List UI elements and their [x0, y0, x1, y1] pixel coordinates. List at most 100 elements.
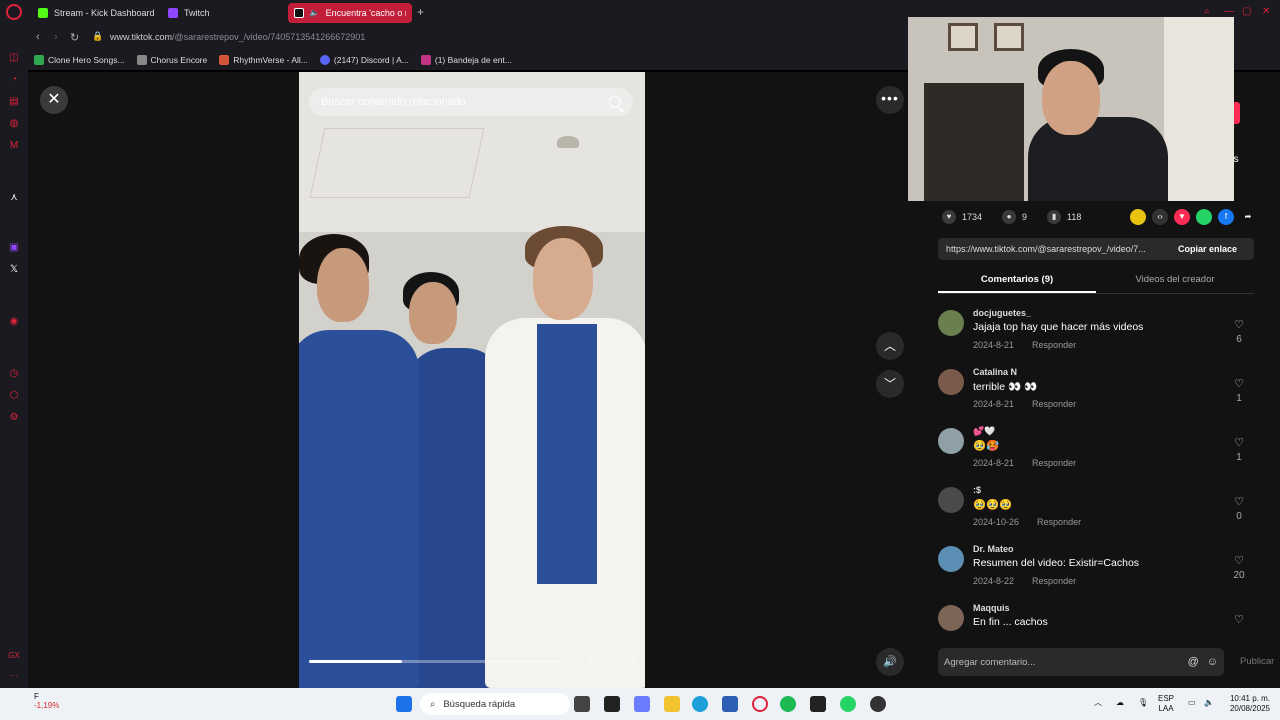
store-icon[interactable] — [722, 696, 738, 712]
add-comment-input[interactable]: Agregar comentario... @ ☺ — [938, 648, 1224, 676]
volume-button[interactable]: 🔊 — [876, 648, 904, 676]
publish-button[interactable]: Publicar — [1240, 656, 1274, 667]
comment-like[interactable]: ♡ — [1232, 613, 1246, 626]
microphone-icon[interactable]: 🎙 — [1138, 698, 1148, 708]
related-search-input[interactable]: Buscar contenido relacionado — [309, 88, 633, 116]
more-options-button[interactable]: ••• — [876, 86, 904, 114]
mail-icon[interactable]: M — [8, 140, 20, 152]
comment-user[interactable]: Maqquis — [973, 603, 1010, 613]
video-link[interactable]: https://www.tiktok.com/@sararestrepov_/v… — [938, 244, 1168, 254]
workspace-icon[interactable]: ▤ — [8, 96, 20, 108]
tab-comments[interactable]: Comentarios (9) — [938, 270, 1096, 293]
volume-tray-icon[interactable]: 🔈 — [1204, 698, 1214, 708]
comment-like[interactable]: ♡ 1 — [1232, 377, 1246, 404]
comment-user[interactable]: docjuguetes_ — [973, 308, 1031, 318]
new-tab-button[interactable]: + — [417, 5, 424, 19]
edge-icon[interactable] — [692, 696, 708, 712]
tab-twitch[interactable]: Twitch — [162, 3, 216, 23]
comment-like[interactable]: ♡ 0 — [1232, 495, 1246, 522]
copilot-icon[interactable] — [634, 696, 650, 712]
gx-icon[interactable]: GX — [8, 650, 20, 662]
heart-outline-icon[interactable]: ♡ — [1232, 613, 1246, 626]
maximize-icon[interactable]: ▢ — [1242, 6, 1251, 17]
back-icon[interactable]: ‹ — [36, 31, 40, 43]
bookmark-instagram[interactable]: (1) Bandeja de ent... — [420, 55, 512, 65]
minimize-icon[interactable]: — — [1224, 6, 1234, 17]
history-icon[interactable]: ◷ — [8, 368, 20, 380]
windows-start-icon[interactable] — [396, 696, 412, 712]
aria-icon[interactable]: ◔ — [8, 74, 20, 86]
opera-logo-icon[interactable] — [6, 4, 22, 20]
gaming-icon[interactable]: ◍ — [8, 118, 20, 130]
repost-icon[interactable] — [1130, 209, 1146, 225]
obs-icon[interactable] — [870, 696, 886, 712]
mention-icon[interactable]: @ — [1188, 656, 1199, 668]
avatar[interactable] — [938, 546, 964, 572]
tab-tiktok-active[interactable]: 🔈 Encuentra 'cacho o n — [288, 3, 412, 23]
tab-creator-videos[interactable]: Videos del creador — [1096, 270, 1254, 293]
clock[interactable]: 10:41 p. m. 20/08/2025 — [1226, 694, 1270, 714]
language-indicator[interactable]: ESP LAA — [1158, 694, 1174, 714]
send-icon[interactable]: ▼ — [1174, 209, 1190, 225]
sidebar-twitch-icon[interactable]: ▣ — [8, 242, 20, 254]
comment-like[interactable]: ♡ 20 — [1232, 554, 1246, 581]
forward-icon[interactable]: › — [54, 31, 58, 43]
comment-user[interactable]: Catalina N — [973, 367, 1017, 377]
bookmark-rhythmverse[interactable]: RhythmVerse - All... — [219, 55, 308, 65]
sidebar-more-icon[interactable]: ··· — [8, 670, 20, 682]
comment-user[interactable]: Dr. Mateo — [973, 544, 1014, 554]
close-window-icon[interactable]: ✕ — [1262, 6, 1270, 17]
embed-icon[interactable]: ‹› — [1152, 209, 1168, 225]
heart-outline-icon[interactable]: ♡ — [1232, 554, 1246, 567]
comment-like[interactable]: ♡ 6 — [1232, 318, 1246, 345]
tray-chevron-icon[interactable]: ︿ — [1094, 698, 1102, 708]
tab-kick-dashboard[interactable]: Stream - Kick Dashboard — [32, 3, 161, 23]
reply-button[interactable]: Responder — [1032, 399, 1076, 409]
search-tabs-icon[interactable]: ⌕ — [1204, 6, 1210, 17]
comment-icon[interactable]: ● — [1002, 210, 1017, 224]
avatar[interactable] — [938, 428, 964, 454]
player-icon[interactable]: ◉ — [8, 316, 20, 328]
share-arrow-icon[interactable]: ➦ — [1240, 209, 1256, 225]
display-icon[interactable]: ▭ — [1188, 698, 1196, 708]
x-icon[interactable]: 𝕏 — [8, 264, 20, 276]
stock-widget[interactable]: F -1,19% — [14, 692, 59, 710]
task-view-icon[interactable] — [574, 696, 590, 712]
heart-outline-icon[interactable]: ♡ — [1232, 495, 1246, 508]
comment-user[interactable]: 💕🤍 — [973, 426, 995, 437]
search-icon[interactable] — [609, 96, 621, 108]
spotify-icon[interactable] — [780, 696, 796, 712]
reply-button[interactable]: Responder — [1037, 517, 1081, 527]
avatar[interactable] — [938, 310, 964, 336]
settings-icon[interactable]: ⚙ — [8, 412, 20, 424]
reply-button[interactable]: Responder — [1032, 340, 1076, 350]
widget-icon[interactable] — [604, 696, 620, 712]
video-player[interactable]: Buscar contenido relacionado 00:02/02:09 — [299, 72, 645, 688]
bookmark-discord[interactable]: (2147) Discord | A... — [319, 55, 409, 65]
facebook-icon[interactable]: f — [1218, 209, 1234, 225]
comment-user[interactable]: :$ — [973, 485, 981, 495]
bookmark-chorus-encore[interactable]: Chorus Encore — [136, 55, 207, 65]
opera-taskbar-icon[interactable] — [752, 696, 768, 712]
copy-link-button[interactable]: Copiar enlace — [1168, 244, 1237, 254]
avatar[interactable] — [938, 605, 964, 631]
extensions-icon[interactable]: ⬡ — [8, 390, 20, 402]
heart-icon[interactable]: ♥ — [942, 210, 956, 224]
video-progress-bar[interactable] — [309, 660, 559, 663]
onedrive-icon[interactable]: ☁ — [1116, 698, 1124, 708]
messenger-icon[interactable]: ◫ — [8, 52, 20, 64]
epic-games-icon[interactable] — [810, 696, 826, 712]
taskbar-search[interactable]: ⌕ Búsqueda rápida — [420, 693, 570, 715]
file-explorer-icon[interactable] — [664, 696, 680, 712]
avatar[interactable] — [938, 369, 964, 395]
avatar[interactable] — [938, 487, 964, 513]
url-field[interactable]: www.tiktok.com/@sararestrepov_/video/740… — [110, 32, 365, 42]
next-video-button[interactable]: ﹀ — [876, 370, 904, 398]
comment-like[interactable]: ♡ 1 — [1232, 436, 1246, 463]
reply-button[interactable]: Responder — [1032, 458, 1076, 468]
reload-icon[interactable]: ↻ — [70, 31, 79, 44]
close-video-button[interactable]: ✕ — [40, 86, 68, 114]
heart-outline-icon[interactable]: ♡ — [1232, 436, 1246, 449]
heart-outline-icon[interactable]: ♡ — [1232, 318, 1246, 331]
bookmark-clone-hero[interactable]: Clone Hero Songs... — [34, 55, 125, 65]
